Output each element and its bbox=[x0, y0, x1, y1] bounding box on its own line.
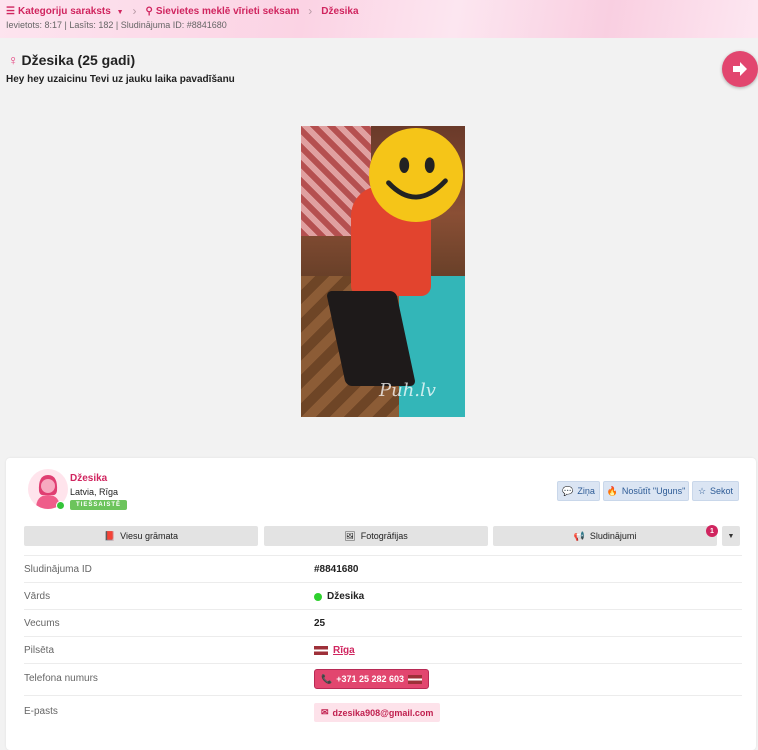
star-icon: ☆ bbox=[697, 485, 707, 496]
list-icon: ☰ bbox=[6, 5, 15, 17]
email-button[interactable]: ✉ dzesika908@gmail.com bbox=[314, 703, 441, 722]
megaphone-icon: 📢 bbox=[573, 530, 585, 541]
tab-guestbook[interactable]: 📕 Viesu grāmata bbox=[24, 526, 258, 546]
page-title: ♀ Džesika (25 gadi) bbox=[8, 52, 136, 68]
city-link[interactable]: Rīga bbox=[333, 645, 355, 656]
arrow-right-icon bbox=[733, 62, 747, 76]
photos-icon: 🖼 bbox=[344, 530, 356, 541]
phone-button[interactable]: 📞 +371 25 282 603 bbox=[314, 669, 430, 689]
detail-row-name: Vārds Džesika bbox=[24, 582, 742, 609]
book-icon: 📕 bbox=[103, 530, 116, 541]
online-dot-icon bbox=[314, 592, 322, 601]
next-listing-button[interactable] bbox=[722, 51, 758, 87]
name-value: Džesika bbox=[327, 591, 365, 602]
listing-description: Hey hey uzaicinu Tevi uz jauku laika pav… bbox=[6, 74, 235, 85]
profile-card: Džesika Latvia, Rīga TIEŠSAISTĒ 💬 Ziņa 🔥 N… bbox=[6, 458, 756, 750]
online-indicator bbox=[56, 501, 65, 510]
envelope-icon: ✉ bbox=[321, 707, 329, 717]
caret-down-icon: ▼ bbox=[116, 8, 124, 16]
latvia-flag-icon bbox=[408, 674, 423, 684]
message-button[interactable]: 💬 Ziņa bbox=[557, 481, 600, 501]
detail-row-age: Vecums 25 bbox=[24, 609, 742, 636]
detail-row-city: Pilsēta Rīga bbox=[24, 636, 742, 663]
location-pin-icon: ⚲ bbox=[145, 5, 153, 17]
chevron-right-icon: › bbox=[132, 4, 137, 18]
detail-row-id: Sludinājuma ID #8841680 bbox=[24, 555, 742, 582]
smiley-face-icon bbox=[368, 127, 464, 223]
listing-photo[interactable]: Puh.lv bbox=[301, 126, 465, 417]
detail-row-phone: Telefona numurs 📞 +371 25 282 603 bbox=[24, 663, 742, 695]
listing-meta: Ievietots: 8:17 | Lasīts: 182 | Sludināj… bbox=[6, 20, 227, 30]
profile-name[interactable]: Džesika bbox=[70, 473, 107, 484]
profile-location: Latvia, Rīga bbox=[70, 487, 119, 497]
age-value: 25 bbox=[314, 618, 326, 629]
tab-ads[interactable]: 📢 Sludinājumi bbox=[493, 526, 717, 546]
chevron-right-icon: › bbox=[308, 4, 313, 18]
detail-row-email: E-pasts ✉ dzesika908@gmail.com bbox=[24, 695, 742, 729]
breadcrumb-category[interactable]: ⚲ Sievietes meklē vīrieti seksam bbox=[146, 6, 300, 17]
phone-icon: 📞 bbox=[321, 673, 333, 684]
top-bar: ☰ Kategoriju saraksts ▼ › ⚲ Sievietes mekl… bbox=[0, 0, 758, 38]
breadcrumb: ☰ Kategoriju saraksts ▼ › ⚲ Sievietes mekl… bbox=[6, 4, 359, 18]
caret-down-icon: ▼ bbox=[727, 532, 735, 540]
latvia-flag-icon bbox=[314, 646, 328, 655]
follow-button[interactable]: ☆ Sekot bbox=[692, 481, 739, 501]
ads-count-badge: 1 bbox=[706, 525, 718, 537]
breadcrumb-current[interactable]: Džesika bbox=[321, 6, 358, 17]
female-icon: ♀ bbox=[8, 52, 19, 68]
listing-id-value: #8841680 bbox=[314, 564, 359, 575]
tabs-dropdown-button[interactable]: ▼ bbox=[722, 526, 740, 546]
status-badge: TIEŠSAISTĒ bbox=[70, 500, 128, 510]
tab-photos[interactable]: 🖼 Fotogrāfijas bbox=[264, 526, 488, 546]
watermark: Puh.lv bbox=[379, 380, 436, 401]
breadcrumb-categories[interactable]: ☰ Kategoriju saraksts ▼ bbox=[6, 6, 124, 17]
send-fire-button[interactable]: 🔥 Nosūtīt "Uguns" bbox=[603, 481, 689, 501]
chat-icon: 💬 bbox=[562, 485, 574, 496]
fire-icon: 🔥 bbox=[606, 485, 618, 496]
